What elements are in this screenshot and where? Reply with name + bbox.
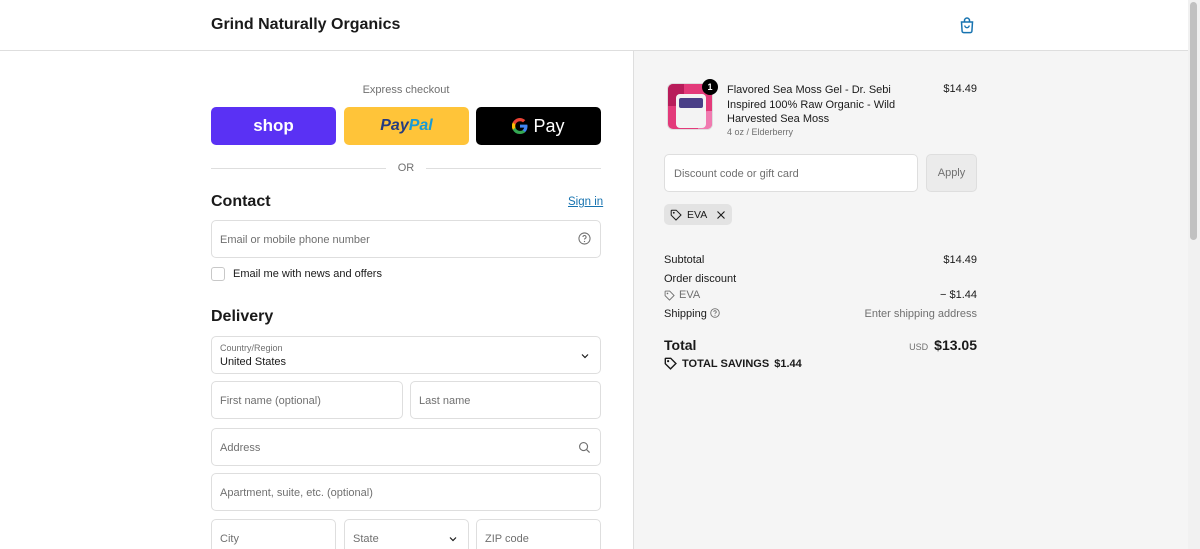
google-pay-label: Pay [533, 115, 565, 136]
last-name-placeholder: Last name [419, 395, 471, 407]
quantity-badge: 1 [702, 79, 718, 95]
store-name[interactable]: Grind Naturally Organics [211, 16, 400, 34]
tag-icon [664, 290, 675, 301]
product-price: $14.49 [943, 83, 977, 95]
discount-placeholder: Discount code or gift card [674, 168, 799, 180]
applied-discount-chip: EVA [664, 204, 733, 225]
newsletter-label[interactable]: Email me with news and offers [233, 268, 382, 280]
country-select[interactable]: Country/Region United States [211, 336, 601, 374]
total-savings-row: TOTAL SAVINGS $1.44 [664, 357, 802, 370]
shop-pay-button[interactable]: shop [211, 107, 336, 145]
paypal-logo-part2: Pal [408, 117, 433, 134]
total-row: Total USD $13.05 [664, 337, 977, 355]
order-discount-row: Order discount [664, 273, 977, 285]
google-pay-button[interactable]: Pay [476, 107, 601, 145]
apartment-field[interactable]: Apartment, suite, etc. (optional) [211, 473, 601, 511]
subtotal-value: $14.49 [943, 254, 977, 266]
total-label: Total [664, 337, 697, 353]
state-placeholder: State [353, 533, 379, 545]
apartment-placeholder: Apartment, suite, etc. (optional) [220, 487, 373, 499]
newsletter-checkbox[interactable] [211, 267, 225, 281]
address-field[interactable]: Address [211, 428, 601, 466]
savings-value: $1.44 [774, 357, 802, 370]
zip-placeholder: ZIP code [485, 533, 529, 545]
first-name-placeholder: First name (optional) [220, 395, 321, 407]
first-name-field[interactable]: First name (optional) [211, 381, 403, 419]
shipping-row: Shipping Enter shipping address [664, 308, 977, 320]
close-icon[interactable] [716, 210, 726, 220]
scrollbar-thumb[interactable] [1190, 2, 1197, 240]
contact-title: Contact [211, 193, 271, 210]
last-name-field[interactable]: Last name [410, 381, 601, 419]
product-name: Flavored Sea Moss Gel - Dr. Sebi Inspire… [727, 84, 896, 125]
email-placeholder: Email or mobile phone number [220, 234, 370, 246]
email-field[interactable]: Email or mobile phone number [211, 220, 601, 258]
discount-value: − $1.44 [939, 289, 977, 301]
city-placeholder: City [220, 533, 239, 545]
sign-in-link[interactable]: Sign in [568, 196, 603, 208]
product-jar-label [679, 98, 703, 108]
chevron-down-icon [581, 354, 589, 359]
state-select[interactable]: State [344, 519, 469, 549]
tag-icon [670, 209, 682, 221]
express-checkout-title: Express checkout [362, 84, 450, 96]
page-scrollbar[interactable] [1188, 0, 1200, 549]
checkout-header: Grind Naturally Organics [0, 0, 1188, 51]
country-label: Country/Region [220, 343, 283, 353]
paypal-button[interactable]: Pay Pal [344, 107, 469, 145]
discount-code-label: EVA [679, 289, 701, 301]
discount-code-input[interactable]: Discount code or gift card [664, 154, 918, 192]
discount-code-row: EVA − $1.44 [664, 289, 977, 301]
paypal-logo-part1: Pay [380, 117, 409, 134]
help-circle-icon[interactable] [710, 308, 720, 318]
delivery-title: Delivery [211, 308, 274, 325]
google-g-icon [512, 118, 528, 134]
tag-icon [664, 357, 677, 370]
currency-code: USD [909, 342, 929, 352]
subtotal-row: Subtotal $14.49 [664, 254, 977, 266]
zip-field[interactable]: ZIP code [476, 519, 601, 549]
apply-discount-button[interactable]: Apply [926, 154, 977, 192]
search-icon [579, 442, 591, 454]
divider-line-right [426, 168, 601, 169]
newsletter-row: Email me with news and offers [211, 266, 382, 282]
city-field[interactable]: City [211, 519, 336, 549]
order-discount-label: Order discount [664, 273, 737, 285]
address-placeholder: Address [220, 442, 261, 454]
help-circle-icon[interactable] [578, 232, 591, 245]
shopping-bag-icon[interactable] [958, 16, 976, 34]
product-variant: 4 oz / Elderberry [727, 127, 794, 137]
chevron-down-icon [449, 537, 457, 542]
shipping-label: Shipping [664, 308, 707, 320]
country-value: United States [220, 356, 287, 368]
or-divider: OR [211, 162, 601, 174]
subtotal-label: Subtotal [664, 254, 705, 266]
shop-pay-logo: shop [253, 116, 294, 135]
shipping-value: Enter shipping address [864, 308, 977, 320]
applied-code-text: EVA [687, 208, 708, 221]
savings-label: TOTAL SAVINGS [682, 357, 770, 370]
total-amount: $13.05 [934, 337, 977, 353]
